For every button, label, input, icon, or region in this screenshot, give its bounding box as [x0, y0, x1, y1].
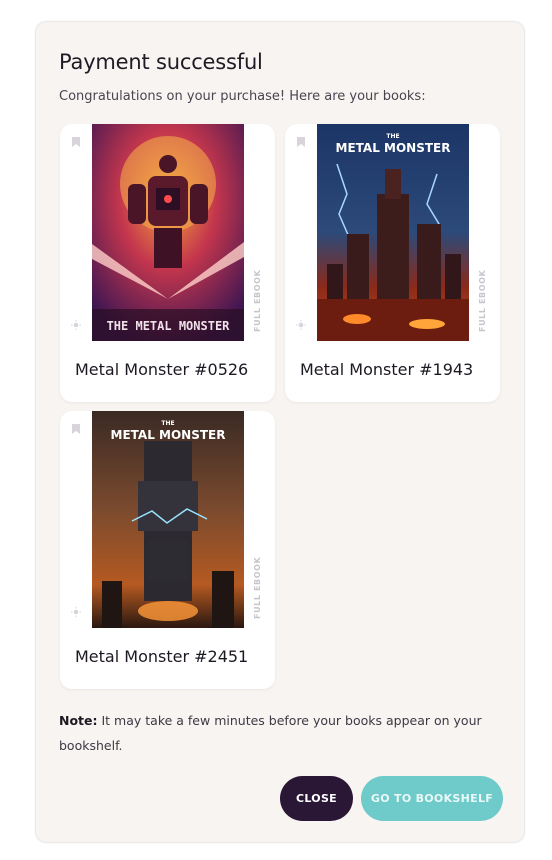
book-cover-image[interactable]: THE METAL MONSTER: [92, 124, 244, 341]
book-cover-image[interactable]: THE METAL MONSTER: [92, 411, 244, 628]
book-card[interactable]: THE METAL MONSTER FULL EBOOK Metal Monst…: [60, 411, 275, 689]
bookmark-icon: [297, 137, 305, 147]
note-text: Note: It may take a few minutes before y…: [59, 708, 499, 758]
close-button[interactable]: CLOSE: [280, 776, 353, 821]
cover-title-text: THE METAL MONSTER: [107, 319, 231, 333]
dialog-title: Payment successful: [59, 50, 263, 74]
go-to-bookshelf-button[interactable]: GO TO BOOKSHELF: [361, 776, 503, 821]
book-title: Metal Monster #1943: [300, 360, 474, 379]
bookmark-icon: [72, 137, 80, 147]
dialog-subtitle: Congratulations on your purchase! Here a…: [59, 89, 426, 104]
book-card[interactable]: THE METAL MONSTER FULL EBOOK Metal Monst…: [60, 124, 275, 402]
sun-icon: [71, 320, 81, 330]
cover-title-small-text: THE: [386, 133, 399, 140]
format-label: FULL EBOOK: [253, 556, 262, 619]
payment-success-dialog: Payment successful Congratulations on yo…: [36, 22, 524, 842]
bookmark-icon: [72, 424, 80, 434]
book-cover-image[interactable]: THE METAL MONSTER: [317, 124, 469, 341]
format-label: FULL EBOOK: [478, 269, 487, 332]
cover-title-text: METAL MONSTER: [336, 141, 451, 155]
book-card[interactable]: THE METAL MONSTER FULL EBOOK Metal Monst…: [285, 124, 500, 402]
book-title: Metal Monster #0526: [75, 360, 249, 379]
cover-title-text: METAL MONSTER: [111, 428, 226, 442]
cover-title-small-text: THE: [161, 420, 174, 427]
sun-icon: [296, 320, 306, 330]
sun-icon: [71, 607, 81, 617]
note-body: It may take a few minutes before your bo…: [59, 713, 482, 753]
book-title: Metal Monster #2451: [75, 647, 249, 666]
format-label: FULL EBOOK: [253, 269, 262, 332]
note-label: Note:: [59, 713, 98, 728]
